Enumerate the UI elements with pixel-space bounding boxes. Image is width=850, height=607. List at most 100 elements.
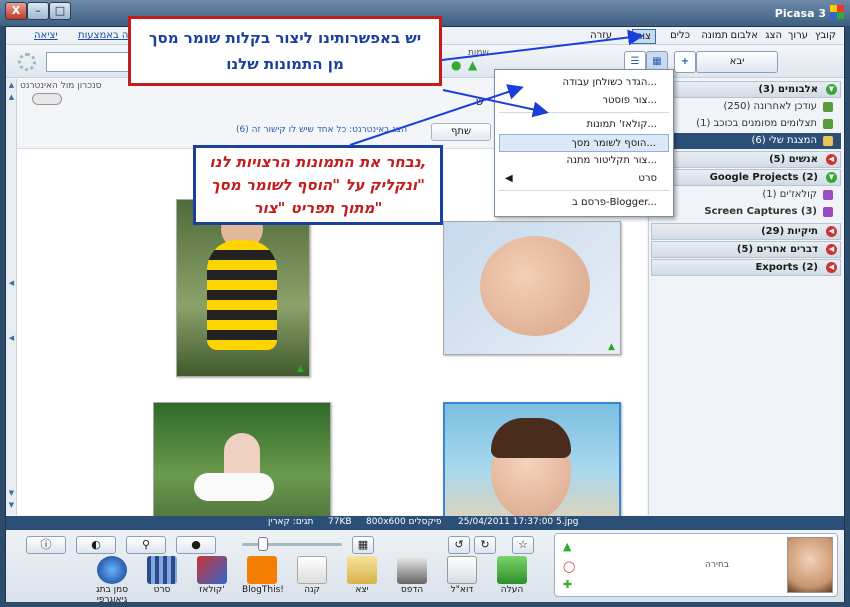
blogthis-button[interactable]: BlogThis! — [242, 556, 284, 595]
photo-thumbnail[interactable]: ▲ — [176, 199, 310, 377]
menu-item-poster[interactable]: צור פוסטר... — [499, 92, 669, 110]
person-icon[interactable]: ● — [451, 58, 465, 72]
annotation-line: מתוך תפריט "צור" — [253, 199, 383, 217]
rotate-left-button[interactable]: ↺ — [448, 536, 470, 554]
menu-item-movie[interactable]: סרט ◀ — [499, 170, 669, 188]
folder-item[interactable]: עודכן לאחרונה (250) — [651, 99, 841, 115]
album-title: ש — [476, 95, 484, 108]
hold-icon[interactable]: ▲ — [563, 540, 577, 554]
menu-item-blogger[interactable]: פרסם ב-Blogger... — [499, 194, 669, 212]
upload-button[interactable]: העלה — [492, 556, 532, 595]
photo-thumbnail[interactable]: ▲ — [443, 221, 621, 355]
collapsed-icon[interactable]: ◀ — [826, 226, 837, 237]
exit-link[interactable]: יציאה — [30, 29, 62, 42]
create-menu-dropdown: הגדר כשולחן עבודה... צור פוסטר... קולאז'… — [494, 69, 674, 217]
collapsed-icon[interactable]: ◀ — [826, 262, 837, 273]
group-google-projects[interactable]: Google Projects (2) ▼ — [651, 169, 841, 186]
print-button[interactable]: הדפס — [392, 556, 432, 595]
status-bar: 5.jpg 25/04/2011 17:37:00 800x600 פיקסלי… — [6, 516, 844, 530]
tag-button[interactable]: ◐ — [76, 536, 116, 554]
clear-selection-icon[interactable]: ◯ — [563, 560, 577, 574]
movie-button[interactable]: סרט — [142, 556, 182, 595]
folder-item[interactable]: Screen Captures (3) — [651, 204, 841, 220]
info-button[interactable]: ⓘ — [26, 536, 66, 554]
zoom-icon[interactable]: ▦ — [352, 536, 374, 554]
folder-label: קולאז'ים (1) — [762, 189, 817, 200]
names-label: שמות — [468, 48, 489, 58]
photo-content — [480, 236, 590, 336]
scroll-thumb[interactable]: ◀ — [7, 334, 16, 344]
film-icon — [147, 556, 177, 584]
bottom-panel: ⓘ ◐ ⚲ ● ▦ ↺ ↻ ☆ העלה דוא"ל הדפס יצא קנה … — [6, 530, 844, 605]
geotag-button[interactable]: ⚲ — [126, 536, 166, 554]
scroll-up-icon[interactable]: ▲ — [7, 81, 16, 91]
buy-button[interactable]: קנה — [292, 556, 332, 595]
group-people[interactable]: אנשים (5) ◀ — [651, 151, 841, 168]
group-label: Google Projects (2) — [709, 172, 818, 183]
group-other[interactable]: דברים אחרים (5) ◀ — [651, 241, 841, 258]
folder-item-selected[interactable]: המצגת שלי (6) — [651, 133, 841, 149]
group-folders[interactable]: תיקיות (29) ◀ — [651, 223, 841, 240]
export-button[interactable]: יצא — [342, 556, 382, 595]
upload-icon[interactable]: ▲ — [468, 58, 482, 72]
group-exports[interactable]: Exports (2) ◀ — [651, 259, 841, 276]
add-to-tray-icon[interactable]: ✚ — [563, 578, 577, 592]
zoom-slider-thumb[interactable] — [258, 537, 268, 551]
action-label: יצא — [355, 585, 369, 595]
action-label: סרט — [153, 585, 171, 595]
action-label: דוא"ל — [450, 585, 474, 595]
expanded-icon[interactable]: ▼ — [826, 84, 837, 95]
menu-item-collage[interactable]: קולאז' תמונות... — [499, 116, 669, 134]
folder-label: המצגת שלי (6) — [751, 135, 818, 146]
zoom-slider[interactable] — [242, 543, 342, 546]
window-title: Picasa 3 — [774, 7, 826, 20]
status-size: 77KB — [328, 517, 352, 527]
google-earth-icon — [97, 556, 127, 584]
import-button[interactable]: יבא — [696, 51, 778, 73]
add-folder-button[interactable]: + — [674, 51, 696, 73]
menu-picture[interactable]: תמונה — [697, 29, 732, 42]
album-icon — [823, 119, 833, 129]
minimize-button[interactable]: – — [27, 2, 49, 20]
menu-create[interactable]: צור — [631, 29, 656, 44]
scroll-down-icon[interactable]: ▼ — [7, 489, 16, 499]
share-info-link[interactable]: הצג באינטרנט: כל אחד שיש לו קישור זה (6) — [236, 125, 426, 135]
close-button[interactable]: X — [5, 2, 27, 20]
rotate-right-button[interactable]: ↻ — [474, 536, 496, 554]
collapsed-icon[interactable]: ◀ — [826, 154, 837, 165]
photo-content — [207, 240, 277, 350]
scroll-thumb[interactable]: ◀ — [7, 279, 16, 289]
folder-icon — [347, 556, 377, 584]
email-button[interactable]: דוא"ל — [442, 556, 482, 595]
menu-edit[interactable]: ערוך — [784, 29, 812, 42]
menu-help[interactable]: עזרה — [586, 29, 616, 42]
vertical-scrollbar[interactable]: ▲ ▲ ◀ ◀ ▼ ▼ — [6, 79, 17, 515]
folder-label: Screen Captures (3) — [704, 206, 817, 217]
selected-thumbnail[interactable] — [787, 537, 833, 593]
folder-item[interactable]: תצלומים מסומנים בכוכב (1) — [651, 116, 841, 132]
collapsed-icon[interactable]: ◀ — [826, 244, 837, 255]
collage-icon — [823, 190, 833, 200]
menu-view[interactable]: הצג — [761, 29, 786, 42]
action-label: הדפס — [400, 585, 424, 595]
scroll-down-icon[interactable]: ▼ — [7, 501, 16, 511]
people-button[interactable]: ● — [176, 536, 216, 554]
share-button[interactable]: שתף — [431, 123, 491, 141]
selection-tray: ▲ ◯ ✚ בחירה — [554, 533, 838, 597]
star-button[interactable]: ☆ — [512, 536, 534, 554]
menu-file[interactable]: קובץ — [811, 29, 840, 42]
group-albums[interactable]: אלבומים (3) ▼ — [651, 81, 841, 98]
action-label: קנה — [304, 585, 320, 595]
scroll-up-icon[interactable]: ▲ — [7, 93, 16, 103]
menu-item-screensaver[interactable]: הוסף לשומר מסך... — [499, 134, 669, 152]
menu-item-gift-cd[interactable]: צור תקליטור מתנה... — [499, 152, 669, 170]
menu-tools[interactable]: כלים — [666, 29, 694, 42]
menu-item-set-desktop[interactable]: הגדר כשולחן עבודה... — [499, 74, 669, 92]
folder-list: אלבומים (3) ▼ עודכן לאחרונה (250) תצלומים… — [648, 79, 844, 515]
sync-toggle[interactable] — [32, 93, 62, 105]
geotag-earth-button[interactable]: סמן בתג גיאוגרפי — [92, 556, 132, 605]
folder-item[interactable]: קולאז'ים (1) — [651, 187, 841, 203]
maximize-button[interactable]: □ — [49, 2, 71, 20]
expanded-icon[interactable]: ▼ — [826, 172, 837, 183]
collage-button[interactable]: קולאז' — [192, 556, 232, 595]
